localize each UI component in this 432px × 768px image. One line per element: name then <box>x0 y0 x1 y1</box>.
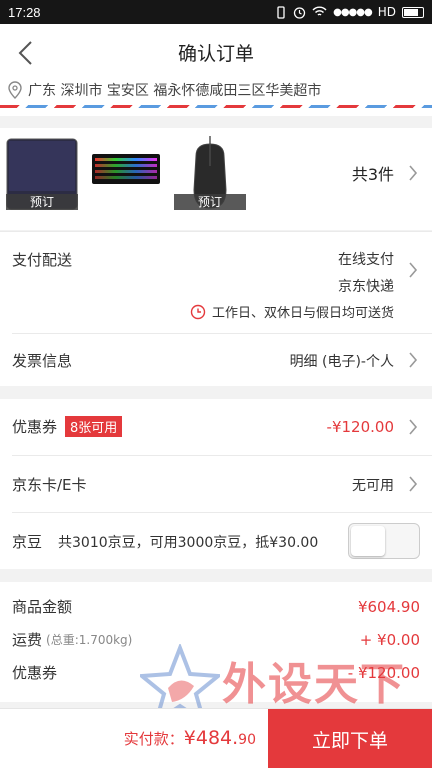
pay-decimal: 90 <box>238 732 256 748</box>
coupon-badge: 8张可用 <box>65 416 123 437</box>
card-value: 无可用 <box>352 478 394 494</box>
preorder-tag: 预订 <box>6 194 78 210</box>
status-icons: ●●●●● HD <box>275 5 424 19</box>
product-thumb-mousepad: 预订 <box>6 138 78 210</box>
products-section[interactable]: 预订 预订 共3件 <box>0 128 432 230</box>
chevron-right-icon <box>408 419 418 435</box>
jingdou-desc: 共3010京豆，可用3000京豆，抵¥30.00 <box>58 535 319 551</box>
summary-goods: 商品金额 ¥604.90 <box>12 596 432 617</box>
chevron-right-icon <box>408 352 418 368</box>
courier: 京东快递 <box>338 279 394 295</box>
status-bar: 17:28 ●●●●● HD <box>0 0 432 24</box>
vibrate-icon <box>277 5 285 19</box>
goods-value: ¥604.90 <box>357 597 420 616</box>
signal-icon: ●●●●● <box>333 6 373 18</box>
pay-label: 实付款： <box>123 730 184 748</box>
product-count: 共3件 <box>351 165 394 184</box>
bottom-bar: 实付款：¥484.90 立即下单 <box>0 708 432 768</box>
jingdou-row: 京豆 共3010京豆，可用3000京豆，抵¥30.00 <box>0 513 432 569</box>
card-label: 京东卡/E卡 <box>12 476 87 494</box>
chevron-right-icon <box>408 165 418 181</box>
payment-method: 在线支付 <box>338 252 394 268</box>
network-type: HD <box>377 5 396 19</box>
summary-freight: 运费 (总重:1.700kg) + ¥0.00 <box>12 629 432 650</box>
address-stripe <box>0 105 432 108</box>
summary-coupon-label: 优惠券 <box>12 664 58 682</box>
alarm-icon <box>293 6 306 19</box>
address-section[interactable]: 广东 深圳市 宝安区 福永怀德咸田三区华美超市 <box>0 76 432 116</box>
invoice-label: 发票信息 <box>12 352 73 370</box>
product-thumb-mouse: 预订 <box>174 134 246 210</box>
invoice-row[interactable]: 发票信息 明细 (电子)-个人 <box>0 334 432 386</box>
jingdou-label: 京豆 <box>12 533 43 551</box>
wifi-icon <box>312 6 327 16</box>
back-arrow-icon[interactable] <box>14 40 38 66</box>
summary-coupon-value: - ¥120.00 <box>347 663 420 682</box>
preorder-tag: 预订 <box>174 194 246 210</box>
pay-amount: 实付款：¥484.90 <box>124 727 256 749</box>
delivery-label: 支付配送 <box>12 251 73 269</box>
discount-section: 优惠券 8张可用 -¥120.00 京东卡/E卡 无可用 京豆 共3010京豆，… <box>0 399 432 569</box>
product-thumb-keyboard <box>90 148 162 188</box>
freight-label: 运费 <box>12 631 43 649</box>
freight-weight: (总重:1.700kg) <box>46 633 133 647</box>
battery-icon <box>402 6 424 18</box>
delivery-row[interactable]: 支付配送 在线支付 京东快递 工作日、双休日与假日均可送货 <box>0 231 432 333</box>
goods-label: 商品金额 <box>12 598 73 616</box>
chevron-right-icon <box>408 476 418 492</box>
toggle-knob <box>351 526 385 556</box>
chevron-right-icon <box>408 262 418 278</box>
page-title: 确认订单 <box>177 43 254 65</box>
card-row[interactable]: 京东卡/E卡 无可用 <box>0 456 432 512</box>
address-text: 广东 深圳市 宝安区 福永怀德咸田三区华美超市 <box>28 83 322 99</box>
delivery-note-text: 工作日、双休日与假日均可送货 <box>211 306 394 321</box>
jingdou-toggle[interactable] <box>348 523 420 559</box>
delivery-note: 工作日、双休日与假日均可送货 <box>190 302 394 321</box>
coupon-row[interactable]: 优惠券 8张可用 -¥120.00 <box>0 399 432 455</box>
coupon-value: -¥120.00 <box>326 418 394 436</box>
coupon-label: 优惠券 <box>12 418 58 436</box>
location-pin-icon <box>8 81 22 99</box>
summary-coupon: 优惠券 - ¥120.00 <box>12 662 432 683</box>
invoice-value: 明细 (电子)-个人 <box>289 354 394 370</box>
summary-section: 商品金额 ¥604.90 运费 (总重:1.700kg) + ¥0.00 优惠券… <box>0 582 432 702</box>
pay-integer: 484. <box>195 727 239 749</box>
pay-symbol: ¥ <box>183 727 196 749</box>
status-time: 17:28 <box>8 4 41 20</box>
keyboard-image <box>92 154 160 184</box>
freight-value: + ¥0.00 <box>359 630 420 649</box>
nav-bar: 确认订单 <box>0 24 432 82</box>
clock-icon <box>190 304 206 319</box>
delivery-invoice-section: 支付配送 在线支付 京东快递 工作日、双休日与假日均可送货 发票信息 明细 (电… <box>0 231 432 386</box>
submit-order-button[interactable]: 立即下单 <box>268 709 432 768</box>
